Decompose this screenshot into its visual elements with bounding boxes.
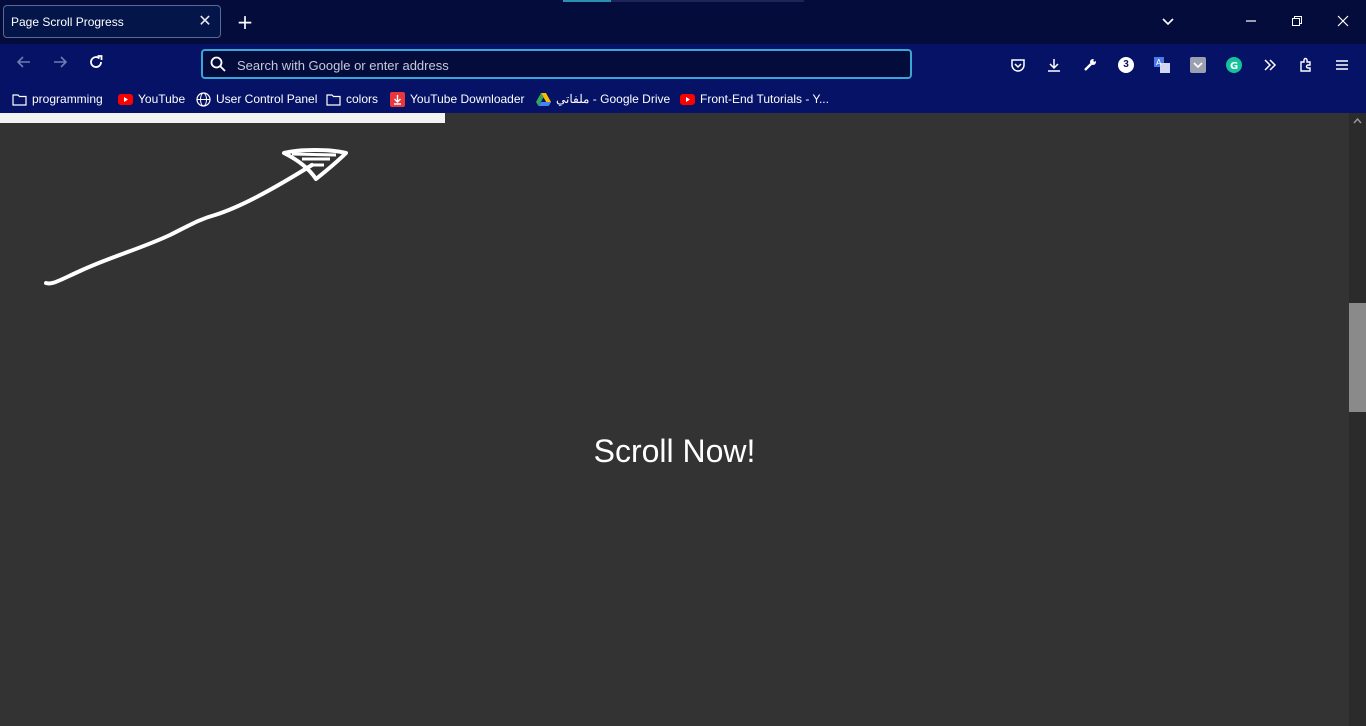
tab-page-scroll-progress[interactable]: Page Scroll Progress ✕	[3, 5, 221, 38]
folder-icon	[12, 92, 27, 106]
bookmark-colors[interactable]: colors	[326, 90, 378, 108]
reload-icon	[90, 55, 103, 68]
bookmarks-toolbar: programming YouTube User Control Panel c…	[0, 86, 1366, 113]
close-window-button[interactable]	[1330, 10, 1356, 34]
puzzle-icon	[1300, 57, 1311, 72]
download-icon	[390, 91, 405, 107]
downloads-button[interactable]	[1042, 53, 1066, 77]
globe-icon	[196, 91, 211, 107]
svg-text:A: A	[1156, 58, 1162, 67]
pocket-icon	[1011, 59, 1025, 72]
wrench-icon	[1084, 59, 1096, 71]
arrow-left-icon	[16, 56, 30, 68]
extension-button[interactable]	[1186, 53, 1210, 77]
search-icon	[210, 56, 226, 72]
scroll-up-arrow-icon[interactable]	[1349, 113, 1366, 130]
restore-button[interactable]	[1284, 10, 1310, 34]
tab-title: Page Scroll Progress	[11, 15, 124, 29]
bookmark-label: User Control Panel	[216, 92, 318, 106]
extension-badge-button[interactable]: 3	[1114, 53, 1138, 77]
arrow-right-icon	[54, 56, 68, 68]
translate-icon: A	[1154, 57, 1170, 73]
address-bar[interactable]	[201, 49, 912, 79]
google-drive-icon	[536, 92, 551, 106]
scrollbar-thumb[interactable]	[1349, 303, 1366, 412]
bookmark-google-drive[interactable]: ملفاتي - Google Drive	[536, 90, 670, 108]
grammarly-button[interactable]: G	[1222, 53, 1246, 77]
forward-button[interactable]	[48, 53, 72, 77]
download-icon	[1048, 59, 1060, 72]
youtube-icon	[118, 92, 133, 106]
overflow-menu-button[interactable]	[1258, 53, 1282, 77]
bookmark-label: ملفاتي - Google Drive	[556, 92, 671, 106]
tab-indicator-line	[563, 0, 611, 2]
extensions-button[interactable]	[1294, 53, 1318, 77]
bookmark-label: YouTube	[138, 92, 186, 106]
title-bar: Page Scroll Progress ✕ +	[0, 0, 1366, 44]
chevron-down-icon	[1162, 18, 1174, 26]
devtools-button[interactable]	[1078, 53, 1102, 77]
grammarly-icon: G	[1226, 57, 1242, 73]
bookmark-label: colors	[346, 92, 379, 106]
scroll-progress-bar	[0, 113, 446, 123]
app-menu-button[interactable]	[1330, 53, 1354, 77]
tab-strip-divider	[611, 0, 804, 2]
pocket-button[interactable]	[1006, 53, 1030, 77]
address-input[interactable]	[235, 53, 899, 77]
tab-close-icon[interactable]: ✕	[196, 12, 214, 30]
new-tab-button[interactable]: +	[234, 11, 256, 33]
checkbox-extension-icon	[1190, 57, 1206, 73]
page-heading: Scroll Now!	[593, 433, 756, 469]
svg-text:G: G	[1230, 61, 1238, 72]
hand-drawn-arrow-annotation	[44, 148, 348, 286]
bookmark-user-control-panel[interactable]: User Control Panel	[196, 90, 317, 108]
bookmark-label: Front-End Tutorials - Y...	[700, 92, 829, 106]
minimize-icon	[1246, 20, 1256, 22]
page-content: Scroll Now!	[0, 113, 1349, 726]
bookmark-programming[interactable]: programming	[12, 90, 103, 108]
vertical-scrollbar[interactable]	[1349, 113, 1366, 726]
youtube-icon	[680, 92, 695, 106]
hamburger-menu-icon	[1336, 60, 1348, 70]
bookmark-youtube[interactable]: YouTube	[118, 90, 185, 108]
restore-icon	[1292, 16, 1302, 26]
minimize-button[interactable]	[1238, 10, 1264, 34]
folder-icon	[326, 92, 341, 106]
bookmark-label: YouTube Downloader	[410, 92, 525, 106]
bookmark-label: programming	[32, 92, 103, 106]
reload-button[interactable]	[84, 53, 108, 77]
badge-count-icon: 3	[1118, 57, 1134, 73]
navigation-toolbar: 3 A G	[0, 44, 1366, 86]
close-icon	[1337, 15, 1349, 27]
bookmark-front-end-tutorials[interactable]: Front-End Tutorials - Y...	[680, 90, 829, 108]
list-all-tabs-button[interactable]	[1155, 10, 1181, 34]
chevron-double-right-icon	[1264, 59, 1277, 71]
bookmark-youtube-downloader[interactable]: YouTube Downloader	[390, 90, 525, 108]
translate-button[interactable]: A	[1150, 53, 1174, 77]
back-button[interactable]	[12, 53, 36, 77]
